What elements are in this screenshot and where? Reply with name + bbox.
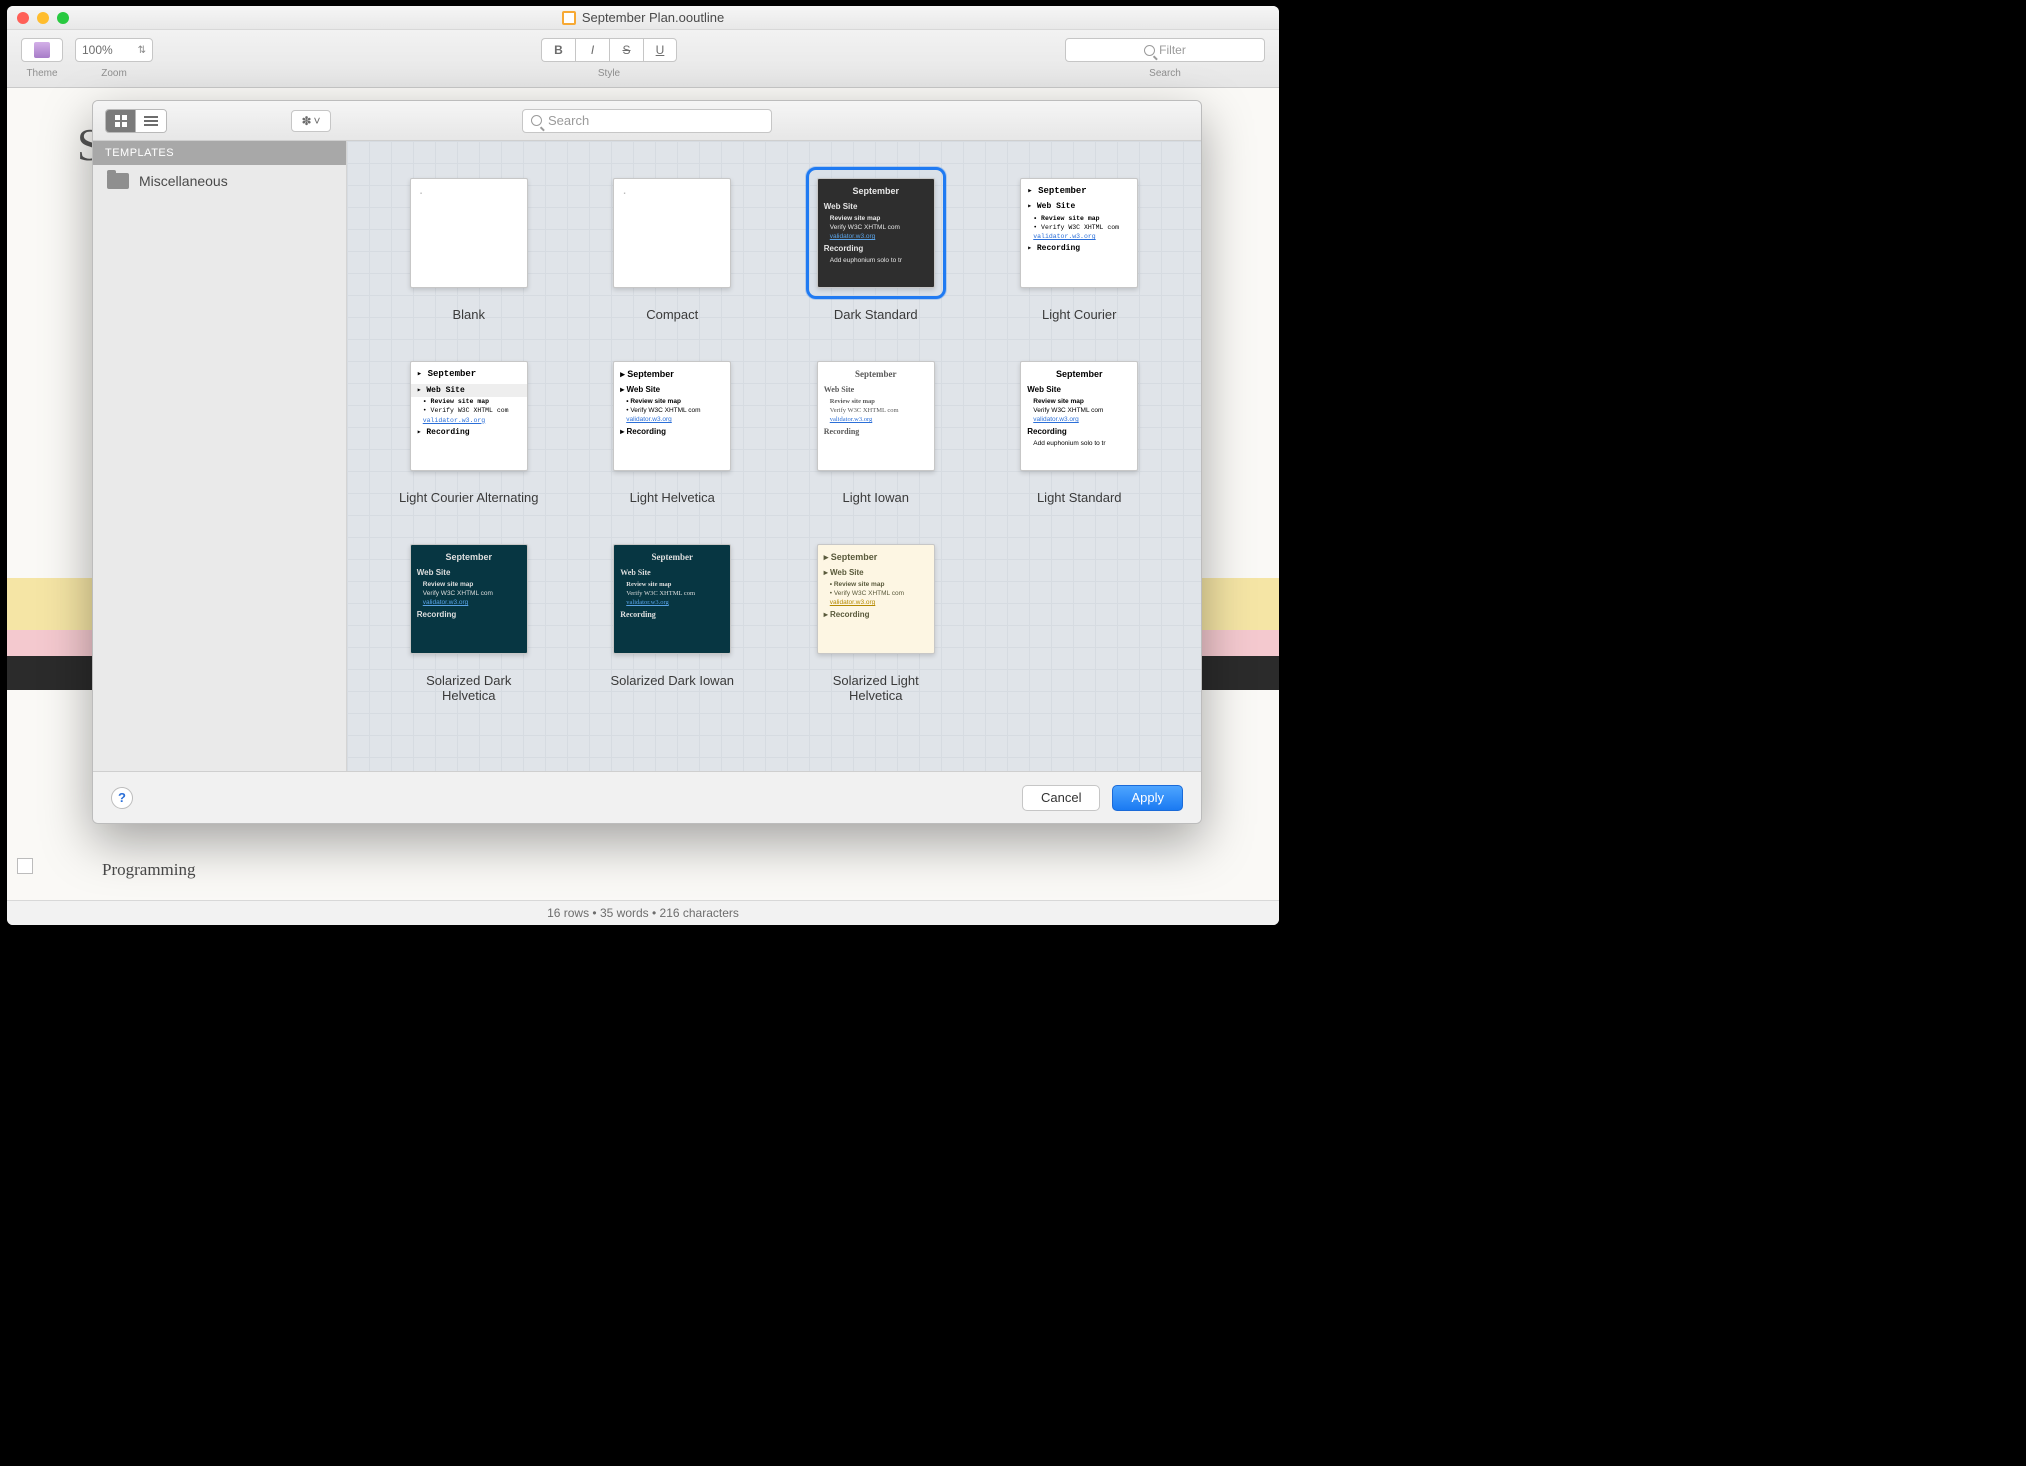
- chevron-down-icon: ˅: [314, 114, 321, 128]
- row-handle-icon[interactable]: [17, 858, 33, 874]
- template-label: Solarized Dark Iowan: [610, 673, 734, 688]
- modal-footer: ? Cancel Apply: [93, 771, 1201, 823]
- template-thumbnail: SeptemberWeb SiteReview site mapVerify W…: [817, 361, 935, 471]
- template-item[interactable]: Blank: [377, 167, 561, 322]
- sidebar-item-label: Miscellaneous: [139, 173, 228, 189]
- template-thumbnail: ▸ September▸ Web Site• Review site map• …: [817, 544, 935, 654]
- style-group: B I S U Style: [541, 38, 677, 79]
- filter-placeholder: Filter: [1159, 43, 1186, 57]
- search-placeholder: Search: [548, 113, 589, 128]
- search-icon: [1144, 45, 1155, 56]
- sidebar: TEMPLATES Miscellaneous: [93, 141, 347, 771]
- zoom-button[interactable]: 100% ⇅: [75, 38, 153, 62]
- template-item[interactable]: SeptemberWeb SiteReview site mapVerify W…: [581, 533, 765, 703]
- theme-button[interactable]: [21, 38, 63, 62]
- template-item[interactable]: ▸ September▸ Web Site• Review site map• …: [784, 533, 968, 703]
- template-thumbnail: SeptemberWeb SiteReview site mapVerify W…: [817, 178, 935, 288]
- template-label: Blank: [452, 307, 485, 322]
- template-label: Compact: [646, 307, 698, 322]
- sidebar-header: TEMPLATES: [93, 141, 346, 165]
- template-label: Solarized Light Helvetica: [806, 673, 946, 703]
- template-label: Solarized Dark Helvetica: [399, 673, 539, 703]
- template-item[interactable]: Compact: [581, 167, 765, 322]
- template-item[interactable]: SeptemberWeb SiteReview site mapVerify W…: [988, 350, 1172, 505]
- template-thumbnail: SeptemberWeb SiteReview site mapVerify W…: [410, 544, 528, 654]
- search-icon: [531, 115, 542, 126]
- actions-menu-button[interactable]: ✽ ˅: [291, 110, 331, 132]
- template-item[interactable]: ▸ September▸ Web Site• Review site map• …: [377, 350, 561, 505]
- status-text: 16 rows • 35 words • 216 characters: [547, 906, 739, 920]
- document-icon: [562, 11, 576, 25]
- template-label: Light Courier Alternating: [399, 490, 538, 505]
- template-label: Light Standard: [1037, 490, 1122, 505]
- zoom-group: 100% ⇅ Zoom: [75, 38, 153, 79]
- style-segment: B I S U: [541, 38, 677, 62]
- template-thumbnail: ▸ September▸ Web Site• Review site map• …: [1020, 178, 1138, 288]
- grid-view-button[interactable]: [106, 110, 136, 132]
- strike-button[interactable]: S: [609, 38, 643, 62]
- list-icon: [144, 116, 158, 126]
- help-button[interactable]: ?: [111, 787, 133, 809]
- template-item[interactable]: SeptemberWeb SiteReview site mapVerify W…: [784, 350, 968, 505]
- template-label: Light Helvetica: [630, 490, 715, 505]
- list-view-button[interactable]: [136, 110, 166, 132]
- theme-group: Theme: [21, 38, 63, 79]
- view-mode-segment: [105, 109, 167, 133]
- cancel-button[interactable]: Cancel: [1022, 785, 1100, 811]
- window-title: September Plan.ooutline: [7, 10, 1279, 25]
- template-thumbnail: ▸ September▸ Web Site• Review site map• …: [410, 361, 528, 471]
- template-item[interactable]: SeptemberWeb SiteReview site mapVerify W…: [784, 167, 968, 322]
- underline-button[interactable]: U: [643, 38, 677, 62]
- titlebar: September Plan.ooutline: [7, 6, 1279, 30]
- theme-swatch-icon: [34, 42, 50, 58]
- template-thumbnail: [613, 178, 731, 288]
- search-group: Filter Search: [1065, 38, 1265, 79]
- italic-button[interactable]: I: [575, 38, 609, 62]
- sidebar-item-miscellaneous[interactable]: Miscellaneous: [93, 165, 346, 197]
- folder-icon: [107, 173, 129, 189]
- chevron-updown-icon: ⇅: [138, 45, 146, 56]
- filter-input[interactable]: Filter: [1065, 38, 1265, 62]
- grid-icon: [115, 115, 127, 127]
- modal-toolbar: ✽ ˅ Search: [93, 101, 1201, 141]
- template-label: Dark Standard: [834, 307, 918, 322]
- window-title-text: September Plan.ooutline: [582, 10, 724, 25]
- template-label: Light Iowan: [843, 490, 910, 505]
- zoom-label: Zoom: [101, 68, 127, 79]
- zoom-value: 100%: [82, 43, 113, 57]
- modal-body: TEMPLATES Miscellaneous Blank Compact Sept…: [93, 141, 1201, 771]
- template-thumbnail: SeptemberWeb SiteReview site mapVerify W…: [613, 544, 731, 654]
- template-thumbnail: ▸ September▸ Web Site• Review site map• …: [613, 361, 731, 471]
- statusbar: 16 rows • 35 words • 216 characters: [7, 900, 1279, 925]
- theme-label: Theme: [26, 68, 57, 79]
- style-label: Style: [598, 68, 620, 79]
- apply-button[interactable]: Apply: [1112, 785, 1183, 811]
- bold-button[interactable]: B: [541, 38, 575, 62]
- template-grid: Blank Compact SeptemberWeb SiteReview site…: [347, 141, 1201, 771]
- outline-item[interactable]: Programming: [102, 860, 196, 880]
- template-picker-modal: ✽ ˅ Search TEMPLATES Miscellaneous Blank…: [92, 100, 1202, 824]
- template-item[interactable]: SeptemberWeb SiteReview site mapVerify W…: [377, 533, 561, 703]
- toolbar: Theme 100% ⇅ Zoom B I S U Style Filter: [7, 30, 1279, 88]
- app-window: September Plan.ooutline Theme 100% ⇅ Zoo…: [7, 6, 1279, 925]
- search-label: Search: [1149, 68, 1181, 79]
- template-item[interactable]: ▸ September▸ Web Site• Review site map• …: [988, 167, 1172, 322]
- template-thumbnail: [410, 178, 528, 288]
- template-label: Light Courier: [1042, 307, 1116, 322]
- template-item[interactable]: ▸ September▸ Web Site• Review site map• …: [581, 350, 765, 505]
- gear-icon: ✽: [301, 114, 311, 128]
- template-thumbnail: SeptemberWeb SiteReview site mapVerify W…: [1020, 361, 1138, 471]
- modal-search-input[interactable]: Search: [522, 109, 772, 133]
